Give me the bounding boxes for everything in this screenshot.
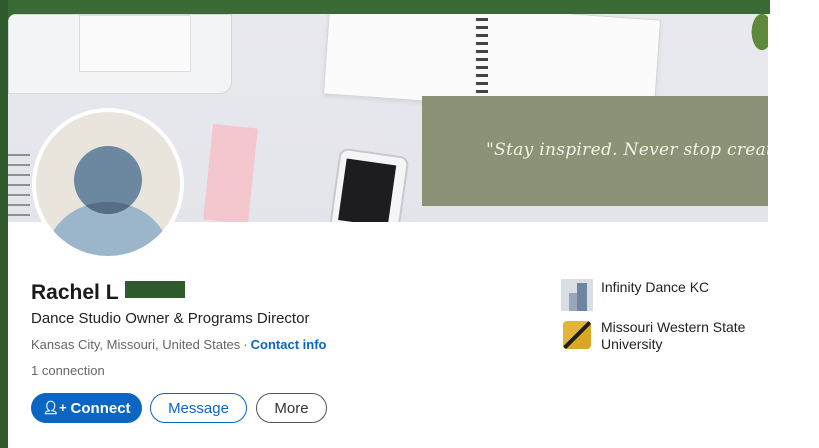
banner-spiral-image — [476, 18, 488, 98]
org-item-missouri-western[interactable]: Missouri Western State University — [561, 319, 761, 353]
profile-location-row: Kansas City, Missouri, United States · Con… — [31, 337, 326, 352]
griffon-logo-icon — [561, 319, 593, 351]
banner-quote-box: "Stay inspired. Never stop creati — [422, 96, 768, 206]
banner-pink-paper-image — [203, 123, 258, 222]
add-person-icon: 👤︎+ — [42, 400, 67, 415]
profile-name: Rachel L — [31, 281, 119, 304]
infinity-dance-logo-icon — [561, 279, 593, 311]
banner-phone-image — [328, 147, 410, 222]
background-frame-left — [0, 0, 8, 448]
connect-button[interactable]: 👤︎+ Connect — [31, 393, 142, 423]
org-name: Missouri Western State University — [601, 319, 746, 352]
contact-info-link[interactable]: Contact info — [251, 337, 327, 352]
org-name: Infinity Dance KC — [601, 279, 710, 295]
org-item-infinity-dance[interactable]: Infinity Dance KC — [561, 279, 709, 311]
profile-location: Kansas City, Missouri, United States — [31, 337, 241, 352]
banner-quote: "Stay inspired. Never stop creati — [486, 140, 768, 160]
banner-plant-image — [738, 14, 768, 74]
location-separator: · — [243, 337, 248, 352]
more-button[interactable]: More — [256, 393, 327, 423]
connection-count: 1 connection — [31, 363, 105, 378]
profile-headline: Dance Studio Owner & Programs Director — [31, 310, 310, 327]
avatar[interactable] — [32, 108, 184, 260]
avatar-placeholder-icon — [36, 112, 180, 256]
message-button[interactable]: Message — [150, 393, 247, 423]
background-frame-corner — [770, 0, 819, 180]
connect-label: Connect — [70, 399, 131, 417]
banner-clips-image — [8, 154, 30, 222]
profile-card: "Stay inspired. Never stop creati Rachel… — [8, 14, 819, 448]
name-redaction — [125, 281, 185, 298]
banner-laptop-image — [8, 14, 232, 94]
